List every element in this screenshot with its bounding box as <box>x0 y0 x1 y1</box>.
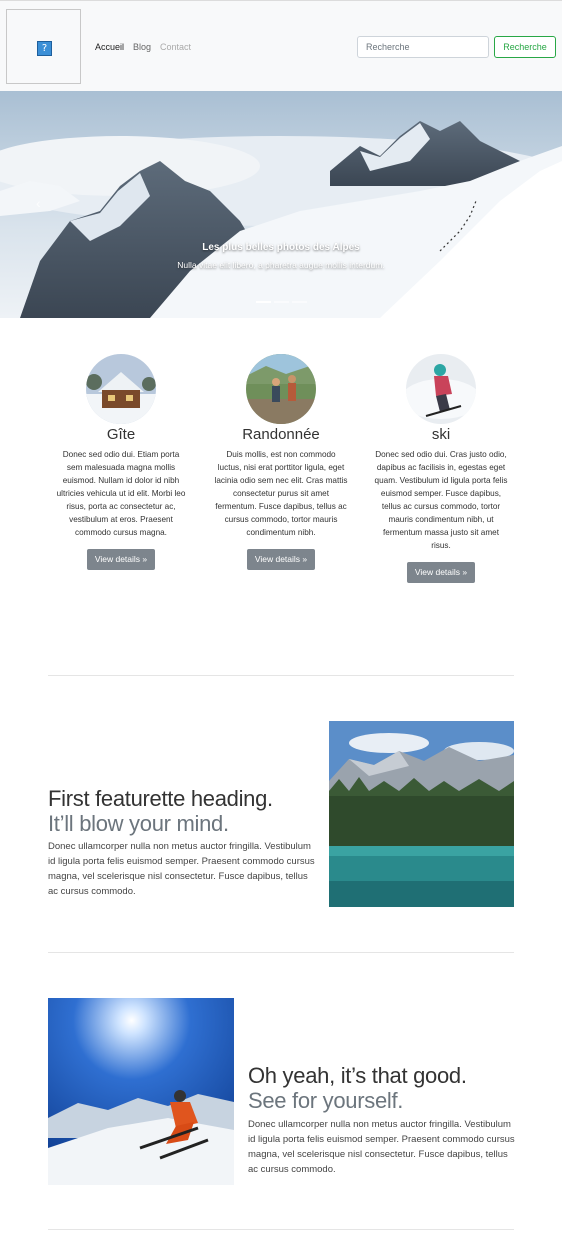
logo[interactable]: ? <box>6 9 81 84</box>
search-button[interactable]: Recherche <box>494 36 556 58</box>
skier-image <box>48 998 234 1185</box>
hiking-image <box>246 354 316 424</box>
featurette-heading-main: Oh yeah, it’s that good. <box>248 1063 467 1088</box>
featurette-heading-muted: It’ll blow your mind. <box>48 811 229 836</box>
nav-links: Accueil Blog Contact <box>95 42 191 52</box>
carousel-image <box>0 91 562 318</box>
column-title: Randonnée <box>242 426 320 443</box>
featurette-divider <box>48 1229 514 1230</box>
lake-image <box>329 721 514 907</box>
featurette-heading: First featurette heading. It’ll blow you… <box>48 786 318 836</box>
carousel-indicator[interactable] <box>256 301 271 303</box>
marketing-column: Randonnée Duis mollis, est non commodo l… <box>214 354 348 570</box>
featurette-divider <box>48 675 514 676</box>
nav-link-accueil[interactable]: Accueil <box>95 42 124 52</box>
featurette-heading-main: First featurette heading. <box>48 786 273 811</box>
cabin-image <box>86 354 156 424</box>
carousel-indicators <box>256 301 307 303</box>
carousel: Les plus belles photos des Alpes Nulla v… <box>0 91 562 318</box>
broken-image-icon: ? <box>37 41 52 56</box>
column-text: Duis mollis, est non commodo luctus, nis… <box>214 450 348 537</box>
column-text: Donec sed odio dui. Cras justo odio, dap… <box>374 450 508 550</box>
view-details-button[interactable]: View details » <box>86 549 156 570</box>
featurette-divider <box>48 952 514 953</box>
navbar: ? Accueil Blog Contact Recherche <box>0 0 562 91</box>
column-title: ski <box>431 426 451 443</box>
featurette-heading-muted: See for yourself. <box>248 1088 404 1113</box>
search-input[interactable] <box>357 36 489 58</box>
chevron-right-icon[interactable]: › <box>518 195 523 211</box>
carousel-caption-title: Les plus belles photos des Alpes <box>202 242 360 253</box>
column-text: Donec sed odio dui. Etiam porta sem male… <box>56 450 186 537</box>
featurette-text: Donec ullamcorper nulla non metus auctor… <box>48 841 315 897</box>
marketing-column: Gîte Donec sed odio dui. Etiam porta sem… <box>54 354 188 570</box>
featurette-text: Donec ullamcorper nulla non metus auctor… <box>248 1119 515 1175</box>
view-details-button[interactable]: View details » <box>406 562 476 583</box>
view-details-button[interactable]: View details » <box>246 549 316 570</box>
chevron-left-icon[interactable]: ‹ <box>36 195 41 211</box>
ski-image <box>406 354 476 424</box>
featurette-heading: Oh yeah, it’s that good. See for yoursel… <box>248 1063 514 1113</box>
nav-link-contact[interactable]: Contact <box>160 42 191 52</box>
carousel-indicator[interactable] <box>274 301 289 303</box>
carousel-caption-text: Nulla vitae elit libero, a pharetra augu… <box>177 260 385 270</box>
carousel-indicator[interactable] <box>292 301 307 303</box>
nav-link-blog[interactable]: Blog <box>133 42 151 52</box>
column-title: Gîte <box>106 426 136 443</box>
marketing-column: ski Donec sed odio dui. Cras justo odio,… <box>374 354 508 583</box>
